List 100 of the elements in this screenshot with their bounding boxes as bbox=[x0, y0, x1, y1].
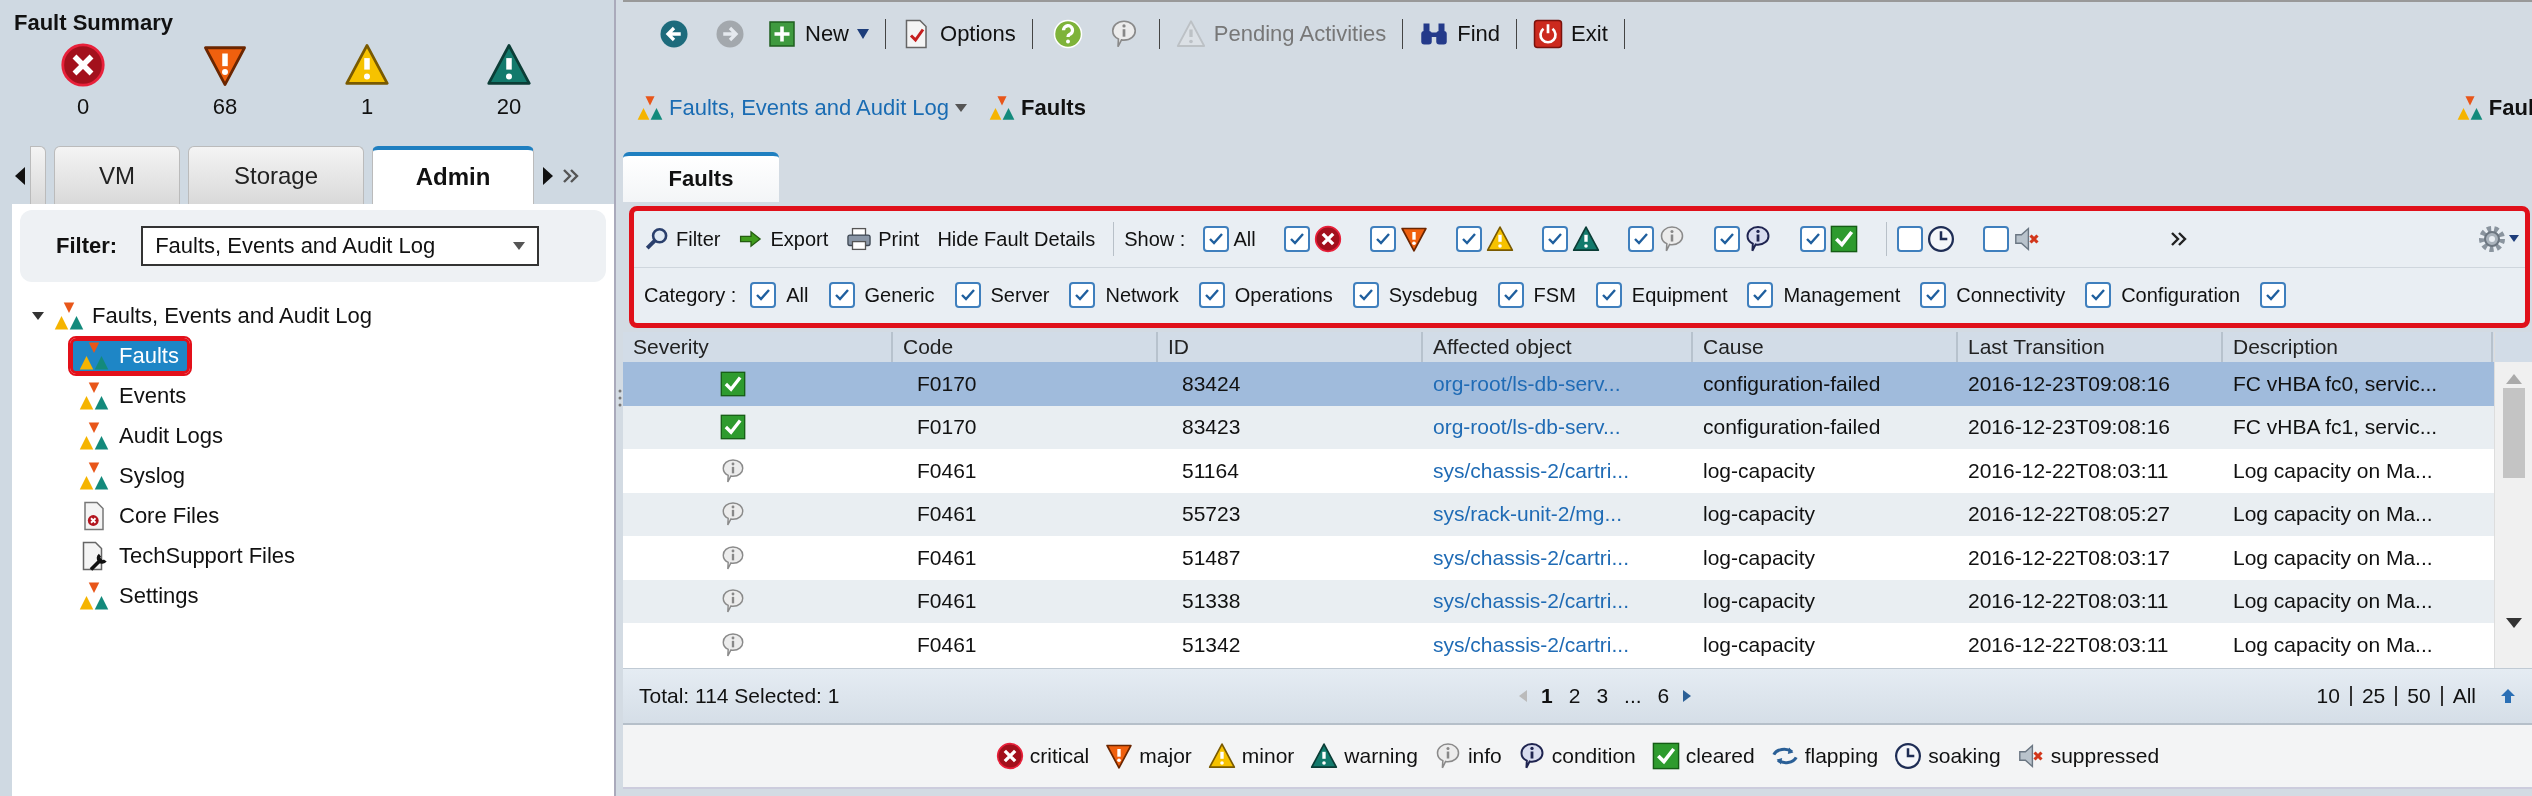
double-chevron-icon[interactable] bbox=[2168, 231, 2189, 247]
checkbox-label[interactable]: Generic bbox=[864, 283, 935, 307]
tree-item[interactable]: Events bbox=[70, 378, 198, 414]
filter-dropdown[interactable]: Faults, Events and Audit Log bbox=[141, 226, 540, 266]
checkbox[interactable] bbox=[1541, 226, 1568, 252]
object-link[interactable]: sys/chassis-2/cartri... bbox=[1423, 589, 1693, 614]
checkbox[interactable] bbox=[1455, 226, 1482, 252]
triangles-icon bbox=[79, 421, 109, 451]
caret-icon bbox=[955, 104, 968, 112]
toolbar-button[interactable]: Options bbox=[898, 17, 1020, 51]
toolbar-button[interactable]: Find bbox=[1415, 17, 1505, 51]
toolbar-button[interactable]: Exit bbox=[1529, 17, 1612, 51]
checkbox[interactable] bbox=[2085, 282, 2112, 308]
page-size-link[interactable]: 25 bbox=[2349, 686, 2396, 706]
caret-icon bbox=[857, 29, 869, 39]
tree-item[interactable]: Faults, Events and Audit Log bbox=[92, 303, 373, 329]
tab[interactable]: VM bbox=[54, 146, 180, 204]
checkbox[interactable] bbox=[1203, 226, 1230, 252]
triangles-icon bbox=[79, 581, 109, 611]
checkbox-label[interactable]: Network bbox=[1105, 283, 1179, 307]
next-page-icon[interactable] bbox=[1683, 690, 1692, 702]
checkbox-label[interactable]: Server bbox=[990, 283, 1050, 307]
checkbox[interactable] bbox=[1198, 282, 1225, 308]
checkbox[interactable] bbox=[1799, 226, 1826, 252]
checkbox[interactable] bbox=[1069, 282, 1096, 308]
page-link[interactable]: 6 bbox=[1655, 684, 1672, 708]
triangles-icon bbox=[79, 341, 109, 371]
table-cell-text: F0170 bbox=[916, 371, 978, 396]
page-size-link[interactable]: 50 bbox=[2395, 686, 2441, 706]
left-arrow-icon[interactable] bbox=[14, 166, 26, 186]
tree-item[interactable]: Core Files bbox=[70, 498, 231, 534]
toolbar-button[interactable]: Hide Fault Details bbox=[937, 227, 1096, 251]
table-cell-text: Log capacity on Ma... bbox=[2232, 502, 2434, 527]
checkbox[interactable] bbox=[1352, 282, 1379, 308]
tab[interactable]: Storage bbox=[188, 146, 364, 204]
checkbox[interactable] bbox=[1747, 282, 1774, 308]
tree-item[interactable]: Faults bbox=[70, 338, 190, 374]
page-link[interactable]: ... bbox=[1622, 684, 1644, 708]
table-row[interactable]: F0170 83423 org-root/ls-db-serv... configuration-failed 2016-12-23T09:08:16 FC vHBA fc1, servic... bbox=[623, 405, 2494, 449]
checkbox[interactable] bbox=[1369, 226, 1396, 252]
info-bubble-icon bbox=[720, 501, 746, 528]
breadcrumb-link[interactable]: Faults, Events and Audit Log bbox=[637, 95, 968, 121]
checkbox[interactable] bbox=[1595, 282, 1622, 308]
splitter-grip-icon[interactable] bbox=[617, 388, 622, 408]
toolbar-button[interactable]: Filter bbox=[644, 226, 721, 252]
checkbox[interactable] bbox=[828, 282, 855, 308]
legend-label: critical bbox=[1029, 744, 1090, 768]
tab[interactable]: Admin bbox=[372, 146, 534, 204]
checkbox-label[interactable]: All bbox=[786, 283, 809, 307]
tree-item[interactable]: Settings bbox=[70, 578, 210, 614]
object-link[interactable]: sys/rack-unit-2/mg... bbox=[1423, 502, 1693, 527]
checkbox-label[interactable]: Management bbox=[1783, 283, 1901, 307]
checkbox[interactable] bbox=[1283, 226, 1310, 252]
checkbox-label[interactable]: Connectivity bbox=[1956, 283, 2066, 307]
scrollbar-thumb[interactable] bbox=[2502, 388, 2525, 478]
checkbox[interactable] bbox=[1713, 226, 1740, 252]
toolbar-button[interactable]: Export bbox=[738, 226, 829, 252]
checkbox[interactable] bbox=[750, 282, 777, 308]
page-link[interactable]: 3 bbox=[1594, 684, 1611, 708]
checkbox[interactable] bbox=[1627, 226, 1654, 252]
checkbox[interactable] bbox=[954, 282, 981, 308]
object-link[interactable]: sys/chassis-2/cartri... bbox=[1423, 458, 1693, 483]
checkbox[interactable] bbox=[1982, 226, 2009, 252]
checkbox-label[interactable]: Equipment bbox=[1631, 283, 1728, 307]
checkbox-label[interactable]: Sysdebug bbox=[1388, 283, 1478, 307]
power-icon bbox=[1533, 19, 1564, 49]
table-cell-text: 2016-12-22T08:03:11 bbox=[1967, 589, 2170, 614]
table-row[interactable]: F0461 51338 sys/chassis-2/cartri... log-capacity 2016-12-22T08:03:11 Log capacity on Ma... bbox=[623, 579, 2494, 623]
tree-item[interactable]: Syslog bbox=[70, 458, 197, 494]
page-size-link[interactable]: All bbox=[2440, 686, 2486, 706]
tree-item[interactable]: TechSupport Files bbox=[70, 538, 307, 574]
checkbox[interactable] bbox=[2260, 282, 2287, 308]
table-row[interactable]: F0170 83424 org-root/ls-db-serv... configuration-failed 2016-12-23T09:08:16 FC vHBA fc0, servic... bbox=[623, 362, 2494, 406]
page-link[interactable]: 1 bbox=[1539, 684, 1555, 708]
toolbar-button[interactable]: New bbox=[763, 17, 873, 51]
info-bubble-icon bbox=[720, 588, 746, 615]
object-link[interactable]: sys/chassis-2/cartri... bbox=[1423, 545, 1693, 570]
checkbox[interactable] bbox=[1896, 226, 1923, 252]
page-link[interactable]: 2 bbox=[1566, 684, 1583, 708]
table-row[interactable]: F0461 55723 sys/rack-unit-2/mg... log-capacity 2016-12-22T08:05:27 Log capacity on Ma... bbox=[623, 492, 2494, 536]
checkbox-label[interactable]: FSM bbox=[1533, 283, 1576, 307]
table-cell-text: Log capacity on Ma... bbox=[2232, 632, 2434, 657]
object-link[interactable]: org-root/ls-db-serv... bbox=[1423, 415, 1693, 440]
inverted-triangle-icon bbox=[1105, 742, 1134, 770]
checkbox-label[interactable]: Configuration bbox=[2121, 283, 2241, 307]
scrollbar[interactable] bbox=[2494, 332, 2532, 668]
toolbar-button[interactable]: Print bbox=[846, 226, 920, 252]
checkbox-label[interactable]: Operations bbox=[1234, 283, 1333, 307]
scroll-down-icon[interactable] bbox=[2505, 618, 2522, 628]
legend-label: major bbox=[1139, 744, 1192, 768]
tab[interactable]: Faults bbox=[623, 152, 779, 202]
object-link[interactable]: sys/chassis-2/cartri... bbox=[1423, 632, 1693, 657]
page-size-link[interactable]: 10 bbox=[2306, 686, 2350, 706]
right-arrow-icon[interactable] bbox=[542, 166, 554, 186]
checkbox[interactable] bbox=[1497, 282, 1524, 308]
up-arrow-icon[interactable] bbox=[2500, 688, 2516, 704]
gear-icon[interactable] bbox=[2477, 224, 2521, 254]
checkbox-label[interactable]: All bbox=[1233, 227, 1256, 251]
checkbox[interactable] bbox=[1920, 282, 1947, 308]
tree-item[interactable]: Audit Logs bbox=[70, 418, 234, 454]
